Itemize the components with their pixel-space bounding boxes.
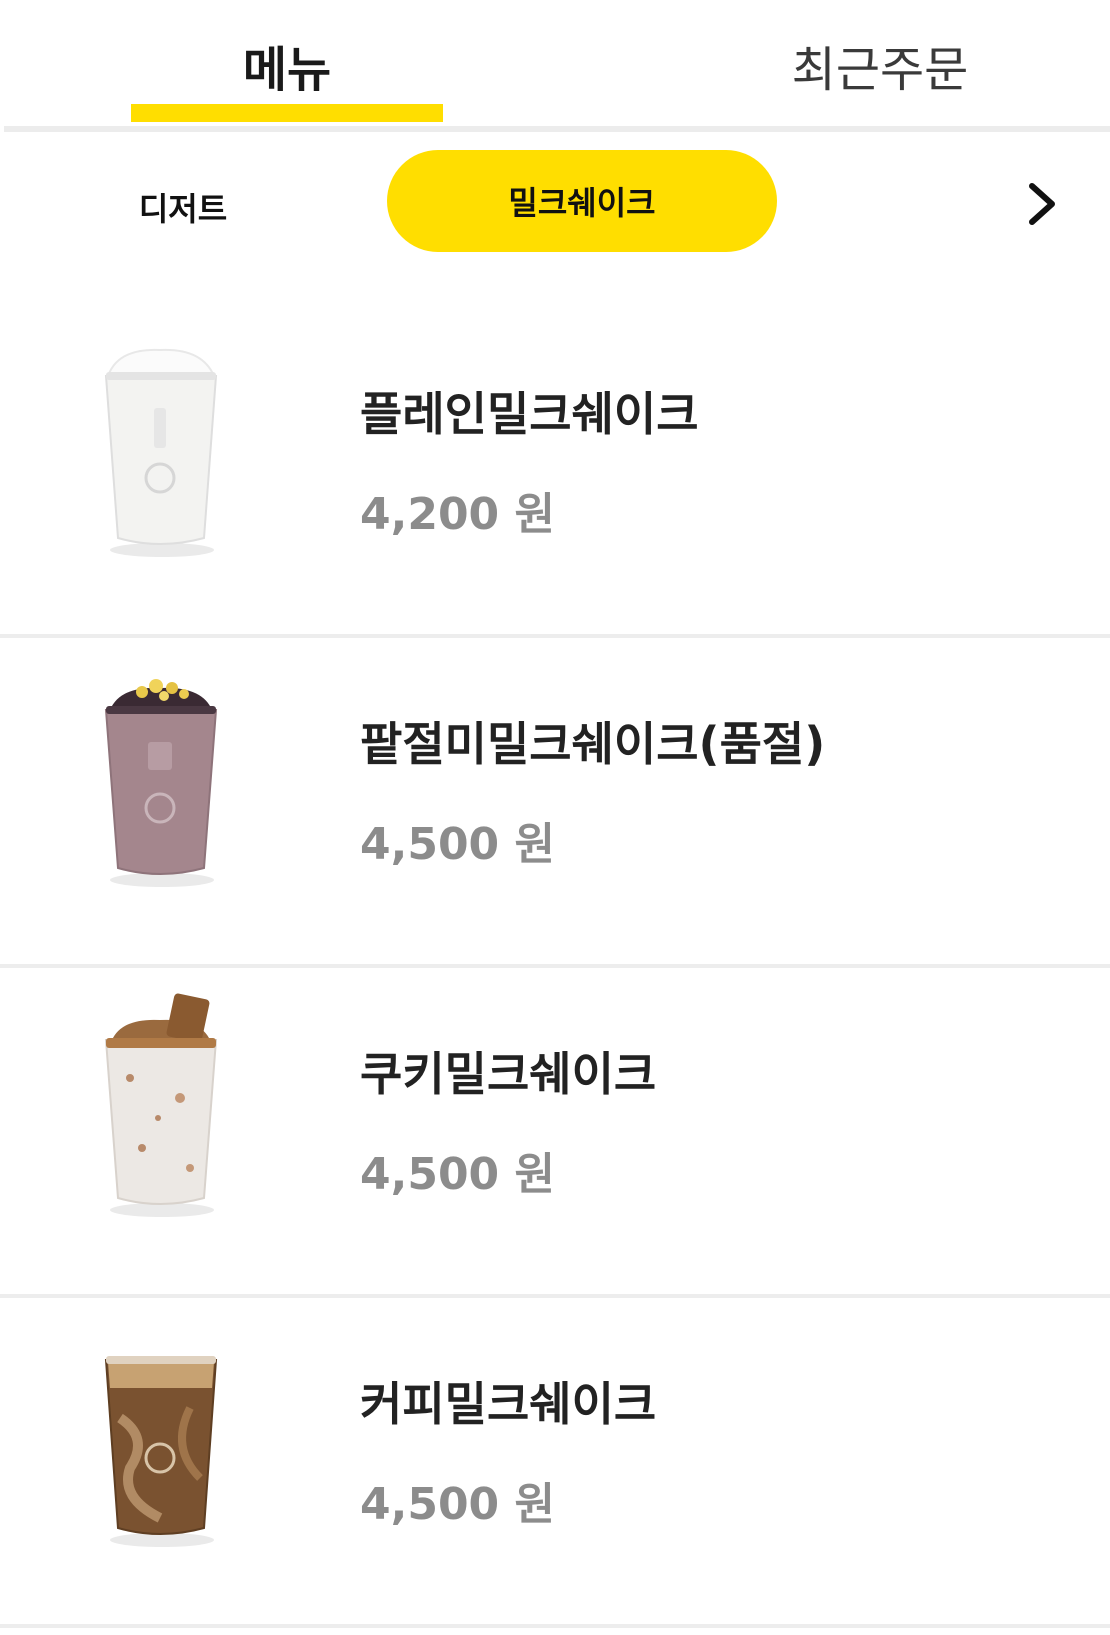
category-milkshake[interactable]: 밀크쉐이크 — [387, 150, 777, 252]
plain-milkshake-image — [30, 328, 310, 568]
menu-item[interactable]: 쿠키밀크쉐이크 4,500 원 — [0, 968, 1110, 1298]
chevron-right-icon[interactable] — [1012, 174, 1072, 234]
cookie-milkshake-image — [30, 988, 310, 1228]
item-price: 4,500 원 — [360, 819, 555, 870]
item-price: 4,200 원 — [360, 489, 555, 540]
item-divider — [0, 1624, 1110, 1628]
category-bar: 디저트 밀크쉐이크 — [0, 132, 1110, 272]
item-name: 쿠키밀크쉐이크 — [360, 1047, 657, 1101]
menu-list: 플레인밀크쉐이크 4,200 원 팥절미밀크쉐이크(품절) 4,500 원 쿠키… — [0, 308, 1110, 1628]
category-dessert[interactable]: 디저트 — [118, 177, 248, 237]
menu-item[interactable]: 플레인밀크쉐이크 4,200 원 — [0, 308, 1110, 638]
menu-item[interactable]: 팥절미밀크쉐이크(품절) 4,500 원 — [0, 638, 1110, 968]
menu-item[interactable]: 커피밀크쉐이크 4,500 원 — [0, 1298, 1110, 1628]
item-price: 4,500 원 — [360, 1149, 555, 1200]
item-name: 커피밀크쉐이크 — [360, 1377, 657, 1431]
active-tab-indicator — [131, 104, 443, 122]
redbean-milkshake-image — [30, 658, 310, 898]
top-tab-bar: 메뉴 최근주문 — [0, 0, 1110, 132]
tab-recent-orders[interactable]: 최근주문 — [720, 20, 1040, 110]
item-name: 팥절미밀크쉐이크(품절) — [360, 717, 826, 771]
coffee-milkshake-image — [30, 1318, 310, 1558]
item-price: 4,500 원 — [360, 1479, 555, 1530]
tab-menu[interactable]: 메뉴 — [131, 20, 443, 110]
item-name: 플레인밀크쉐이크 — [360, 387, 699, 441]
